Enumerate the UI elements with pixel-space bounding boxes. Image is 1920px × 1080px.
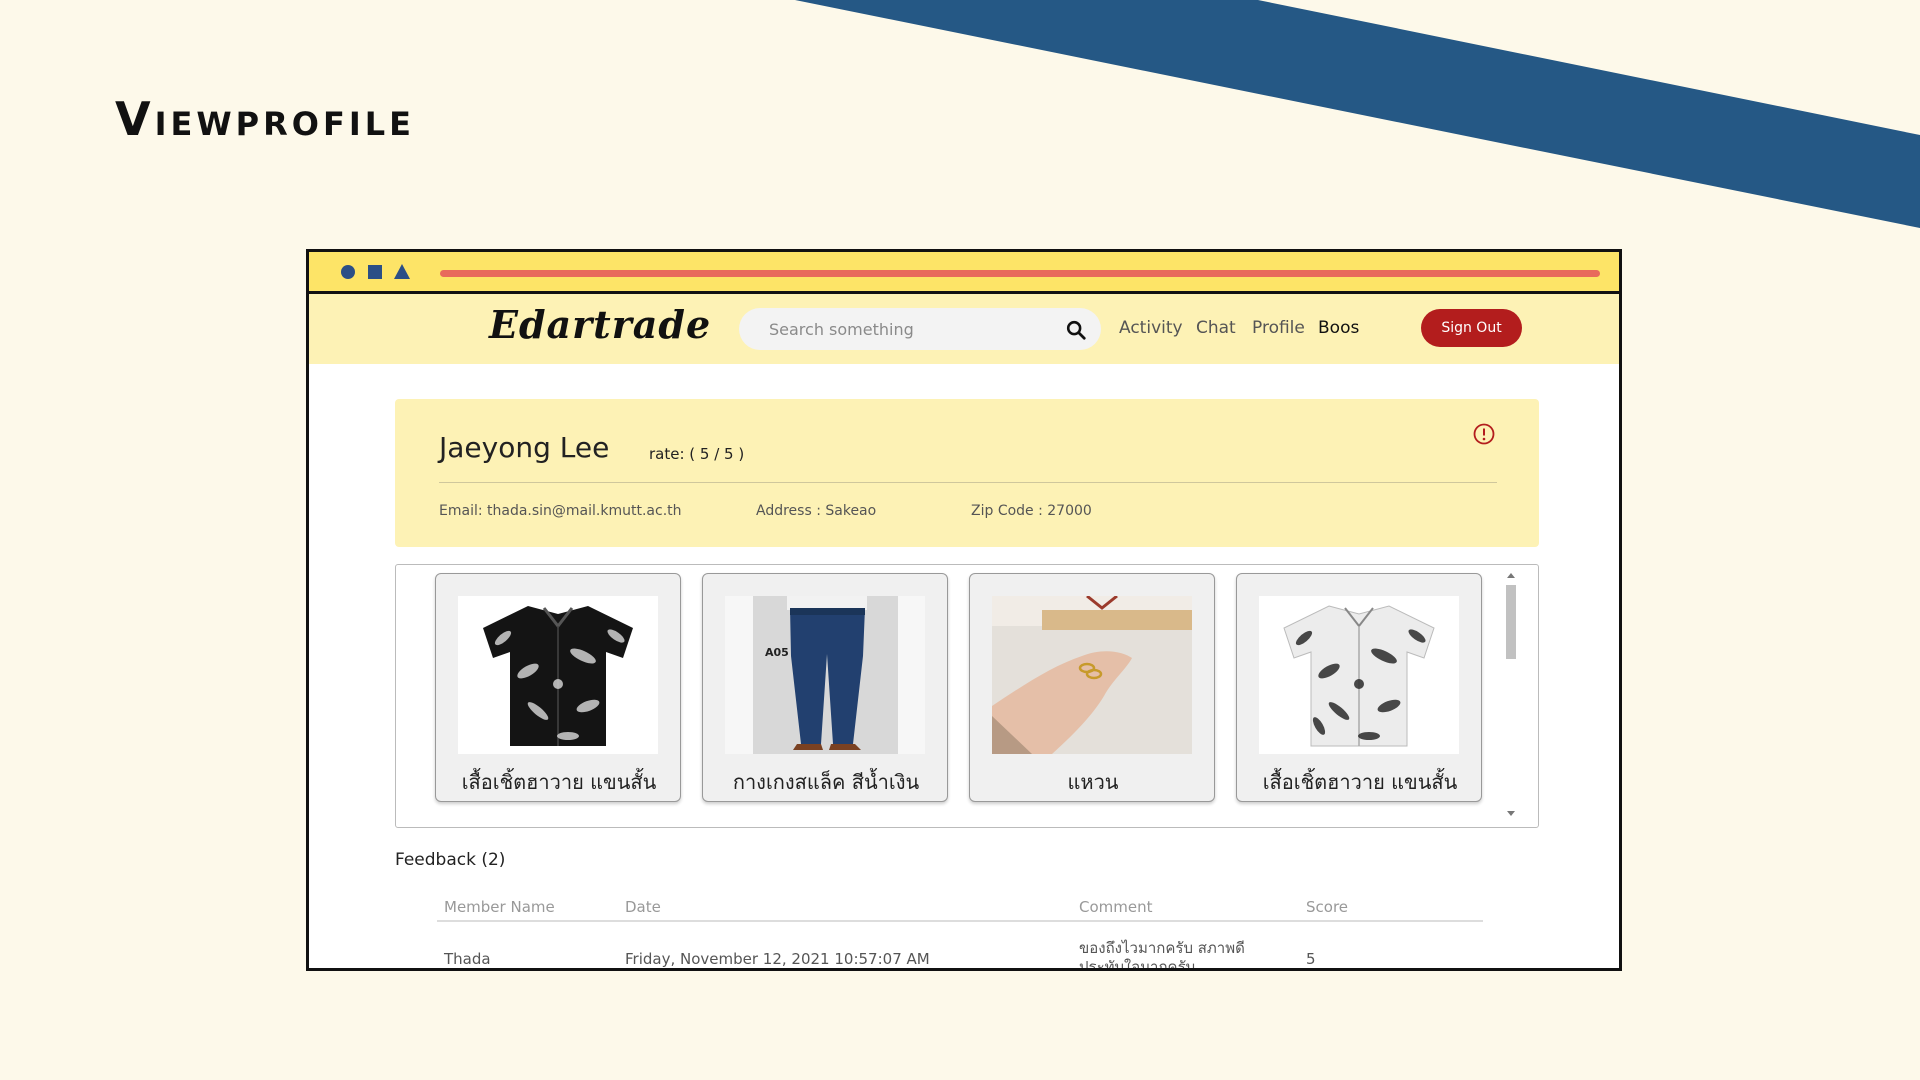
feedback-comment: ของถึงไวมากครับ สภาพดี ประทับใจมากครับ — [1079, 939, 1245, 971]
site-logo[interactable]: Edartrade — [489, 302, 711, 347]
feedback-member: Thada — [444, 950, 491, 968]
product-name: กางเกงสแล็ค สีน้ำเงิน — [732, 770, 920, 794]
black-hawaiian-shirt-image — [458, 596, 658, 754]
browser-window: Edartrade Activity Chat Profile Boos Sig… — [306, 249, 1622, 971]
navbar: Edartrade Activity Chat Profile Boos Sig… — [309, 294, 1619, 364]
column-header-date: Date — [625, 898, 661, 916]
search-input[interactable] — [739, 308, 1049, 350]
column-header-member: Member Name — [444, 898, 555, 916]
profile-zip: Zip Code : 27000 — [971, 503, 1092, 519]
profile-rate: rate: ( 5 / 5 ) — [649, 445, 745, 463]
profile-divider — [439, 482, 1497, 483]
slide-title: Viewprofile — [115, 92, 415, 146]
profile-name: Jaeyong Lee — [439, 431, 610, 464]
report-alert-icon[interactable] — [1472, 422, 1496, 446]
feedback-score: 5 — [1306, 950, 1316, 968]
profile-card: Jaeyong Lee rate: ( 5 / 5 ) Email: thada… — [395, 399, 1539, 547]
feedback-title: Feedback (2) — [395, 850, 506, 870]
profile-address: Address : Sakeao — [756, 503, 877, 519]
profile-email: Email: thada.sin@mail.kmutt.ac.th — [439, 503, 682, 519]
circle-icon — [341, 265, 355, 279]
gold-ring-image — [992, 596, 1192, 754]
product-card[interactable]: A05 กางเกงสแล็ค สีน้ำเงิน — [702, 573, 948, 802]
feedback-header-divider — [437, 920, 1483, 922]
column-header-score: Score — [1306, 898, 1349, 916]
nav-profile-link[interactable]: Profile — [1252, 318, 1305, 338]
nav-activity-link[interactable]: Activity — [1119, 318, 1183, 338]
nav-user-link[interactable]: Boos — [1318, 318, 1359, 338]
product-name: เสื้อเชิ้ตฮาวาย แขนสั้น — [1262, 770, 1458, 794]
title-progress-bar — [440, 270, 1600, 277]
product-card[interactable]: เสื้อเชิ้ตฮาวาย แขนสั้น — [435, 573, 681, 802]
square-icon — [368, 265, 382, 279]
scrollbar-thumb[interactable] — [1506, 585, 1516, 659]
product-card[interactable]: แหวน — [969, 573, 1215, 802]
product-card[interactable]: เสื้อเชิ้ตฮาวาย แขนสั้น — [1236, 573, 1482, 802]
navy-slacks-image: A05 — [725, 596, 925, 754]
product-gallery: เสื้อเชิ้ตฮาวาย แขนสั้น A05 กางเกงสแล็ค … — [395, 564, 1539, 828]
scroll-up-icon[interactable] — [1507, 573, 1515, 578]
window-titlebar — [309, 252, 1619, 294]
triangle-icon — [394, 264, 410, 279]
white-hawaiian-shirt-image — [1259, 596, 1459, 754]
gallery-scrollbar[interactable] — [1504, 571, 1518, 819]
scroll-down-icon[interactable] — [1507, 811, 1515, 816]
product-name: เสื้อเชิ้ตฮาวาย แขนสั้น — [461, 770, 657, 794]
svg-text:A05: A05 — [765, 646, 789, 659]
feedback-date: Friday, November 12, 2021 10:57:07 AM — [625, 950, 930, 968]
sign-out-button[interactable]: Sign Out — [1421, 309, 1522, 347]
search-icon[interactable] — [1065, 319, 1087, 341]
nav-chat-link[interactable]: Chat — [1196, 318, 1236, 338]
search-box — [739, 308, 1101, 350]
product-name: แหวน — [1067, 770, 1119, 794]
page-content: Jaeyong Lee rate: ( 5 / 5 ) Email: thada… — [309, 364, 1619, 968]
column-header-comment: Comment — [1079, 898, 1153, 916]
